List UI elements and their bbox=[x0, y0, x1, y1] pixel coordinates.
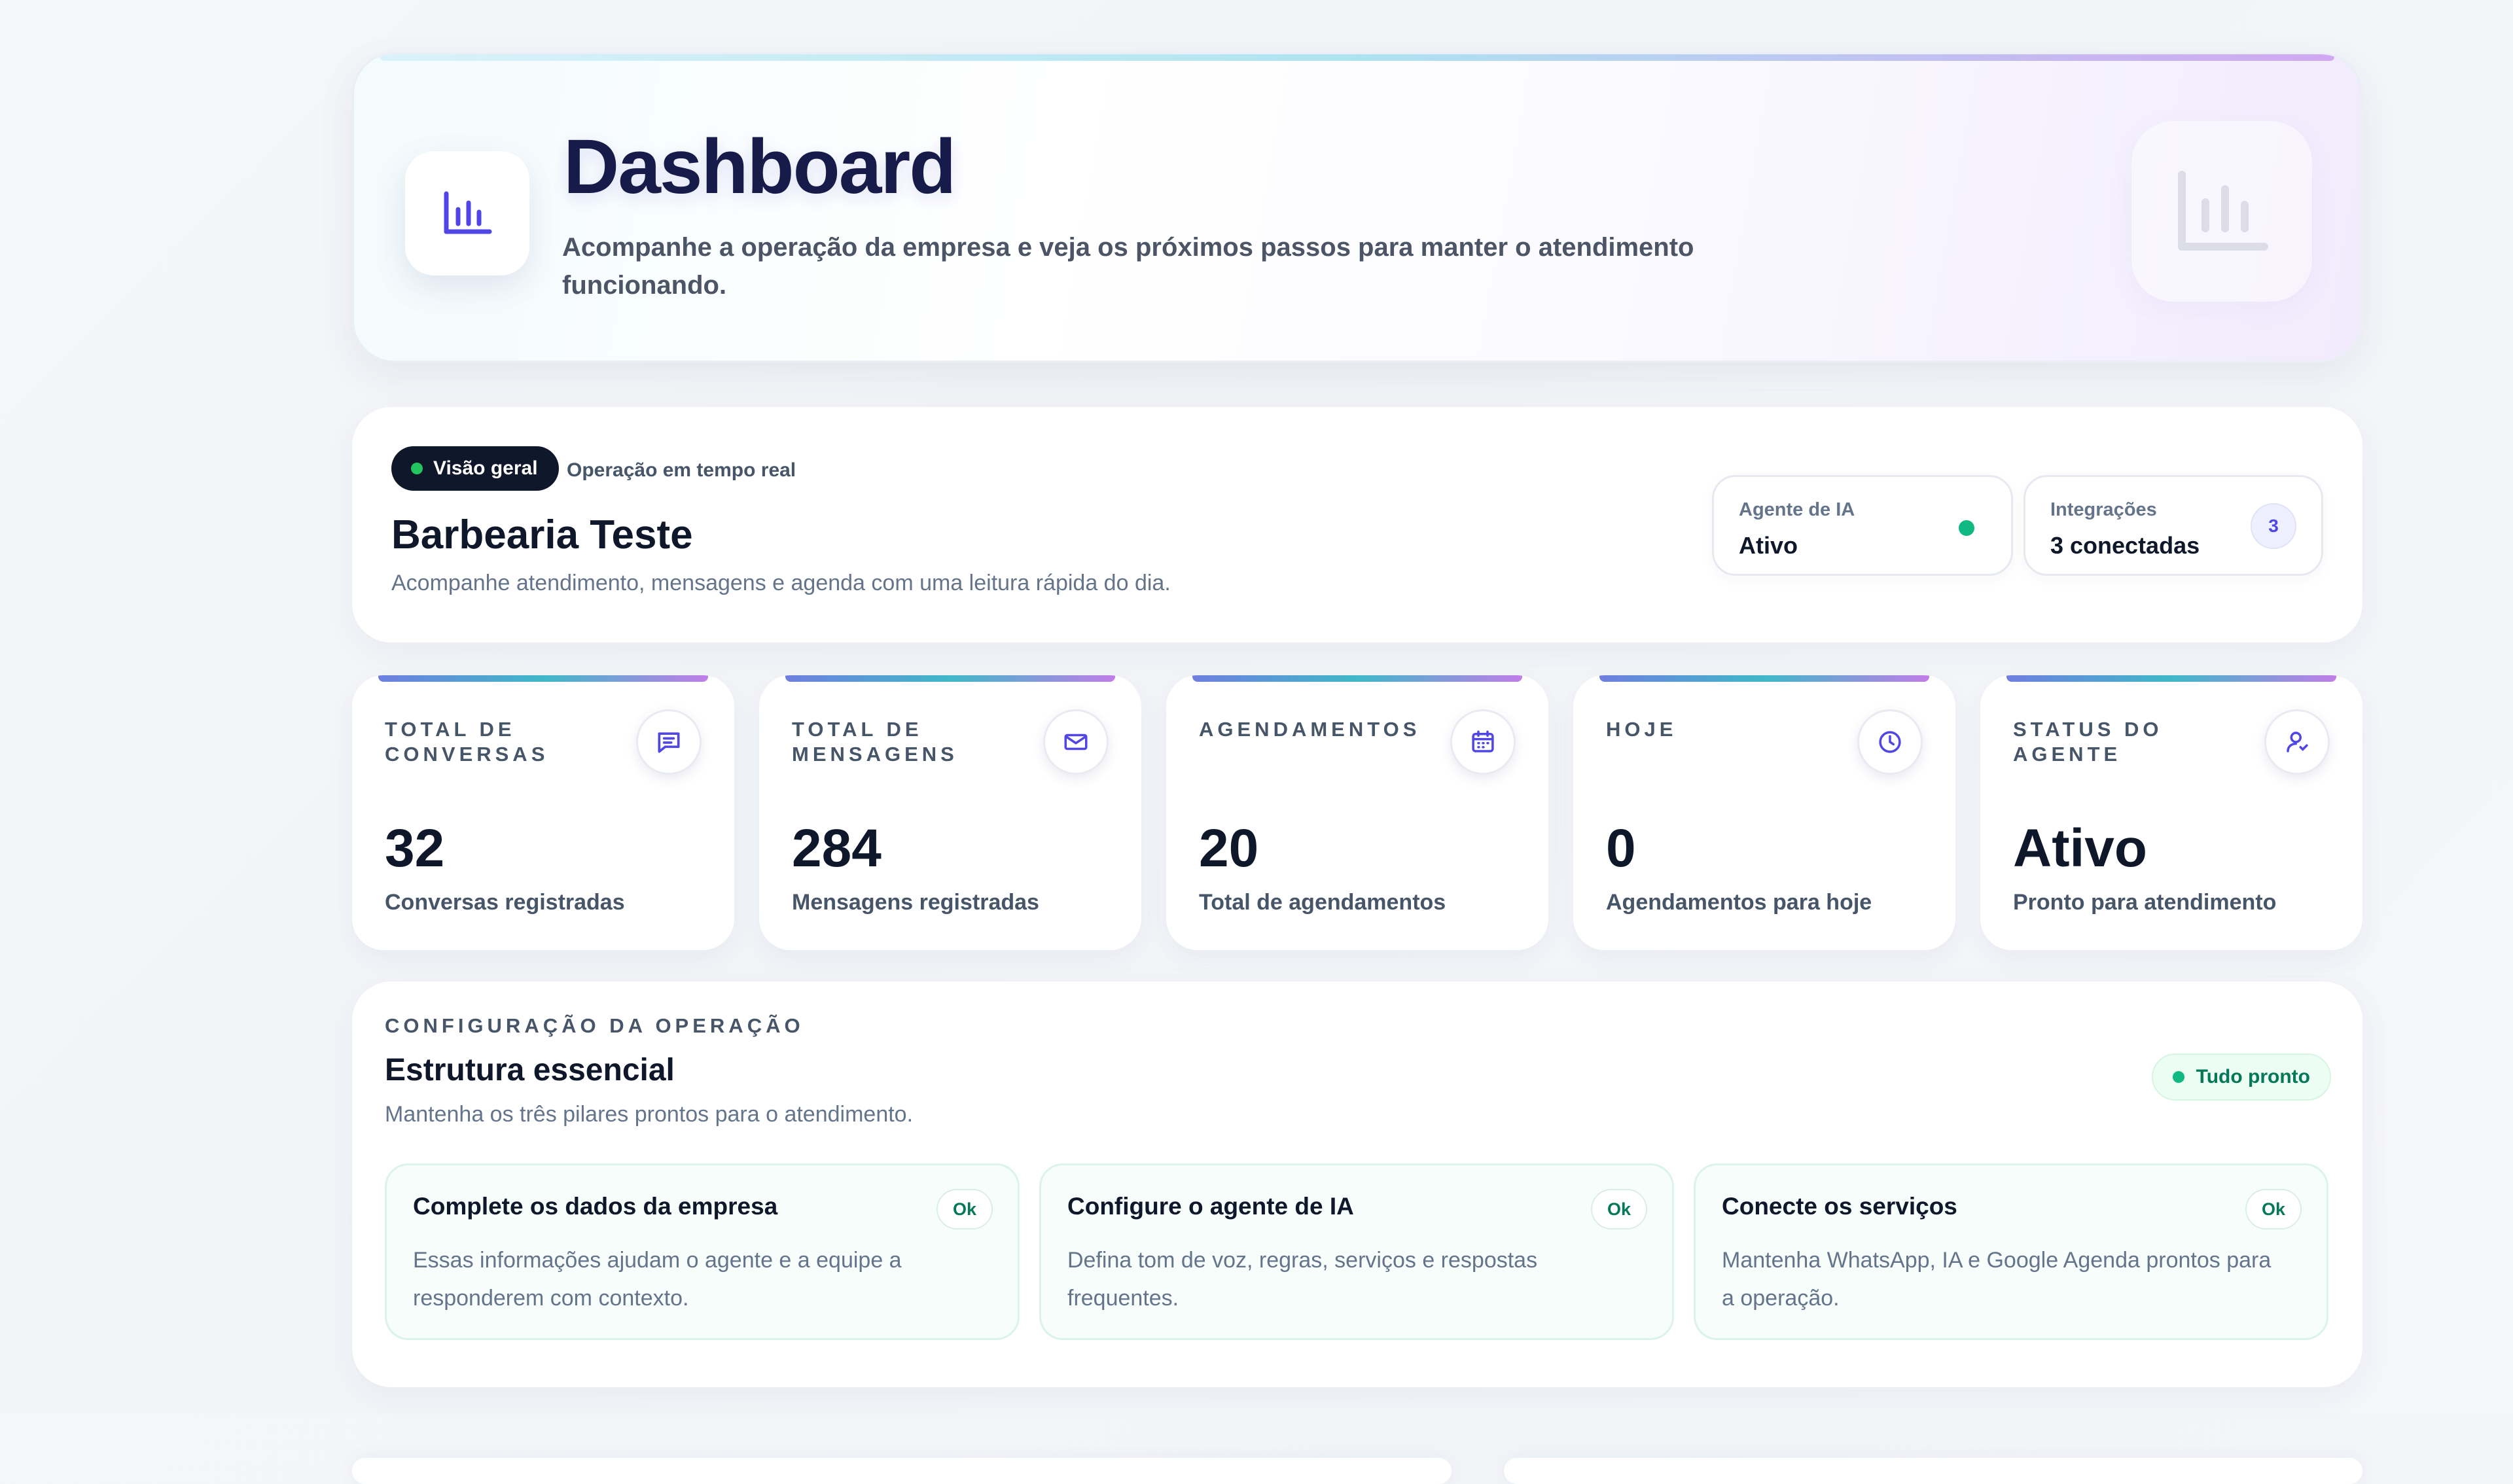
metric-value: 32 bbox=[385, 819, 445, 878]
task-card-ai-agent[interactable]: Configure o agente de IA Ok Defina tom d… bbox=[1039, 1163, 1674, 1340]
mail-icon bbox=[1043, 709, 1109, 775]
next-section-card bbox=[352, 1458, 1452, 1484]
config-subtitle: Mantenha os três pilares prontos para o … bbox=[385, 1102, 914, 1127]
metric-value: 20 bbox=[1199, 819, 1259, 878]
page-subtitle: Acompanhe a operação da empresa e veja o… bbox=[562, 233, 1694, 300]
agent-status-card[interactable]: Agente de IA Ativo bbox=[1712, 475, 2013, 576]
status-dot-icon bbox=[1959, 520, 1974, 536]
overview-badge-label: Visão geral bbox=[433, 457, 538, 479]
config-eyebrow: CONFIGURAÇÃO DA OPERAÇÃO bbox=[385, 1014, 804, 1037]
metric-description: Conversas registradas bbox=[385, 890, 625, 915]
metric-card-conversations[interactable]: TOTAL DE CONVERSAS 32 Conversas registra… bbox=[352, 675, 734, 950]
config-title: Estrutura essencial bbox=[385, 1053, 675, 1087]
metric-description: Mensagens registradas bbox=[792, 890, 1039, 915]
metric-label: STATUS DO AGENTE bbox=[2013, 718, 2163, 766]
task-title: Conecte os serviços bbox=[1722, 1193, 1957, 1220]
hero-banner: Dashboard Acompanhe a operação da empres… bbox=[352, 52, 2362, 362]
metric-description: Total de agendamentos bbox=[1199, 890, 1446, 915]
task-status-badge: Ok bbox=[936, 1189, 993, 1229]
integrations-label: Integrações bbox=[2050, 499, 2157, 520]
user-icon bbox=[2264, 709, 2330, 775]
live-dot-icon bbox=[411, 463, 423, 474]
metric-value: Ativo bbox=[2013, 819, 2147, 878]
calendar-icon bbox=[1450, 709, 1516, 775]
status-badge: Tudo pronto bbox=[2151, 1053, 2331, 1101]
status-badge-label: Tudo pronto bbox=[2196, 1066, 2310, 1087]
bar-chart-icon bbox=[405, 151, 529, 275]
metric-card-agent-status[interactable]: STATUS DO AGENTE Ativo Pronto para atend… bbox=[1980, 675, 2362, 950]
metric-label: AGENDAMENTOS bbox=[1199, 718, 1421, 741]
integrations-value: 3 conectadas bbox=[2050, 532, 2200, 559]
operation-config: CONFIGURAÇÃO DA OPERAÇÃO Estrutura essen… bbox=[352, 981, 2362, 1387]
bar-chart-decor-icon bbox=[2131, 121, 2312, 302]
company-name: Barbearia Teste bbox=[391, 512, 693, 557]
chat-icon bbox=[636, 709, 702, 775]
metric-card-appointments[interactable]: AGENDAMENTOS 20 Total de agendamentos bbox=[1166, 675, 1548, 950]
metric-label: TOTAL DE MENSAGENS bbox=[792, 718, 958, 766]
task-card-services[interactable]: Conecte os serviços Ok Mantenha WhatsApp… bbox=[1694, 1163, 2328, 1340]
agent-status-label: Agente de IA bbox=[1739, 499, 1855, 520]
page-title: Dashboard bbox=[563, 124, 956, 210]
task-status-badge: Ok bbox=[1591, 1189, 1647, 1229]
next-section-card bbox=[1504, 1458, 2362, 1484]
task-status-badge: Ok bbox=[2245, 1189, 2302, 1229]
overview-description: Acompanhe atendimento, mensagens e agend… bbox=[391, 571, 1171, 595]
metric-card-messages[interactable]: TOTAL DE MENSAGENS 284 Mensagens registr… bbox=[759, 675, 1141, 950]
task-description: Mantenha WhatsApp, IA e Google Agenda pr… bbox=[1722, 1248, 2272, 1311]
overview-badge: Visão geral bbox=[391, 446, 559, 491]
metric-label: TOTAL DE CONVERSAS bbox=[385, 718, 549, 766]
metric-label: HOJE bbox=[1606, 718, 1677, 741]
task-card-company-data[interactable]: Complete os dados da empresa Ok Essas in… bbox=[385, 1163, 1020, 1340]
integrations-count-badge: 3 bbox=[2251, 503, 2296, 549]
ready-dot-icon bbox=[2172, 1071, 2184, 1083]
integrations-card[interactable]: Integrações 3 conectadas 3 bbox=[2023, 475, 2323, 576]
company-overview: Visão geral Operação em tempo real Barbe… bbox=[352, 407, 2362, 643]
task-title: Complete os dados da empresa bbox=[413, 1193, 778, 1220]
metric-value: 0 bbox=[1606, 819, 1636, 878]
metric-card-today[interactable]: HOJE 0 Agendamentos para hoje bbox=[1573, 675, 1955, 950]
dashboard-page: Dashboard Acompanhe a operação da empres… bbox=[352, 52, 2362, 1484]
task-description: Defina tom de voz, regras, serviços e re… bbox=[1067, 1248, 1538, 1311]
agent-status-value: Ativo bbox=[1739, 532, 1798, 559]
task-title: Configure o agente de IA bbox=[1067, 1193, 1354, 1220]
overview-meta: Operação em tempo real bbox=[567, 459, 796, 481]
metric-description: Pronto para atendimento bbox=[2013, 890, 2277, 915]
task-description: Essas informações ajudam o agente e a eq… bbox=[413, 1248, 902, 1311]
clock-icon bbox=[1857, 709, 1923, 775]
metric-description: Agendamentos para hoje bbox=[1606, 890, 1872, 915]
metric-value: 284 bbox=[792, 819, 882, 878]
